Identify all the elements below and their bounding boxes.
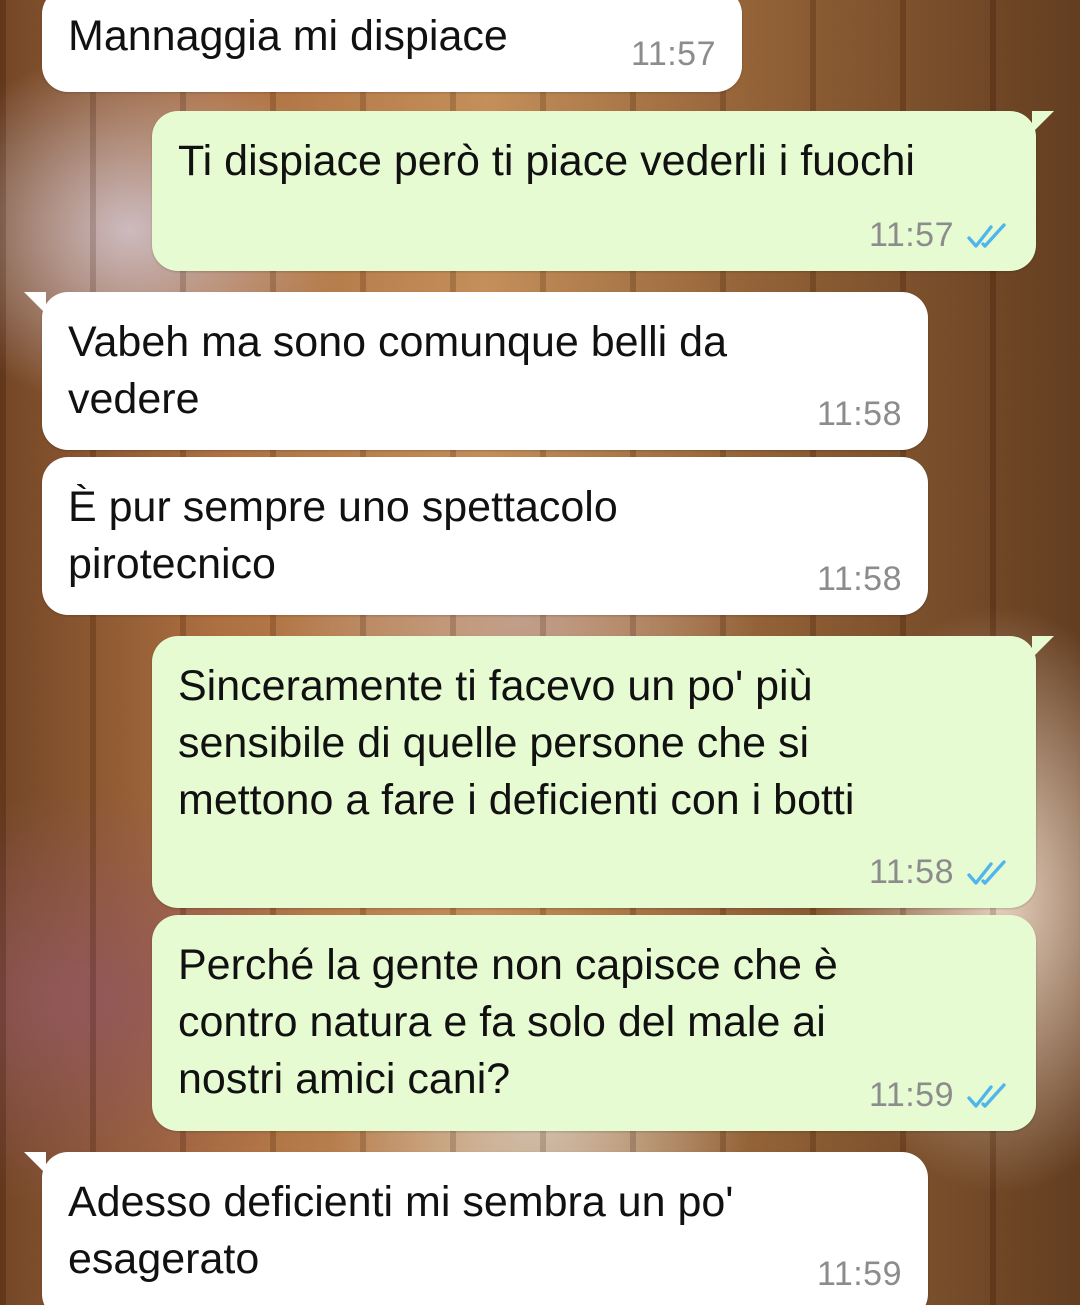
message-meta: 11:58 <box>817 395 902 434</box>
message-text: Perché la gente non capisce che è contro… <box>178 941 838 1103</box>
message-text: È pur sempre uno spettacolo pirotecnico <box>68 483 618 588</box>
message-meta: 11:57 <box>631 35 716 74</box>
message-time: 11:57 <box>630 35 716 73</box>
message-text: Adesso deficienti mi sembra un po' esage… <box>68 1178 734 1283</box>
message-meta: 11:57 <box>869 216 1010 255</box>
message-meta: 11:58 <box>817 560 902 599</box>
message-bubble-incoming[interactable]: Vabeh ma sono comunque belli da vedere 1… <box>24 292 928 450</box>
message-bubble-incoming[interactable]: Adesso deficienti mi sembra un po' esage… <box>24 1152 928 1305</box>
message-text: Vabeh ma sono comunque belli da vedere <box>68 318 727 423</box>
message-bubble-incoming[interactable]: Mannaggia mi dispiace 11:57 <box>42 0 742 92</box>
message-time: 11:59 <box>868 1076 954 1114</box>
double-check-icon <box>967 1082 1006 1108</box>
message-bubble-outgoing[interactable]: Perché la gente non capisce che è contro… <box>152 915 1036 1131</box>
message-text: Sinceramente ti facevo un po' più sensib… <box>178 662 855 824</box>
message-bubble-outgoing[interactable]: Ti dispiace però ti piace vederli i fuoc… <box>152 111 1054 271</box>
message-meta: 11:58 <box>869 853 1010 892</box>
message-time: 11:58 <box>816 395 902 433</box>
message-time: 11:58 <box>868 853 954 891</box>
message-meta: 11:59 <box>869 1076 1010 1115</box>
message-time: 11:57 <box>868 216 954 254</box>
message-text: Mannaggia mi dispiace <box>68 12 508 60</box>
message-time: 11:58 <box>816 560 902 598</box>
double-check-icon <box>967 222 1006 248</box>
message-bubble-outgoing[interactable]: Sinceramente ti facevo un po' più sensib… <box>152 636 1054 908</box>
message-time: 11:59 <box>816 1255 902 1293</box>
message-bubble-incoming[interactable]: È pur sempre uno spettacolo pirotecnico … <box>42 457 928 615</box>
double-check-icon <box>967 859 1006 885</box>
message-meta: 11:59 <box>817 1255 902 1294</box>
message-text: Ti dispiace però ti piace vederli i fuoc… <box>178 137 915 185</box>
